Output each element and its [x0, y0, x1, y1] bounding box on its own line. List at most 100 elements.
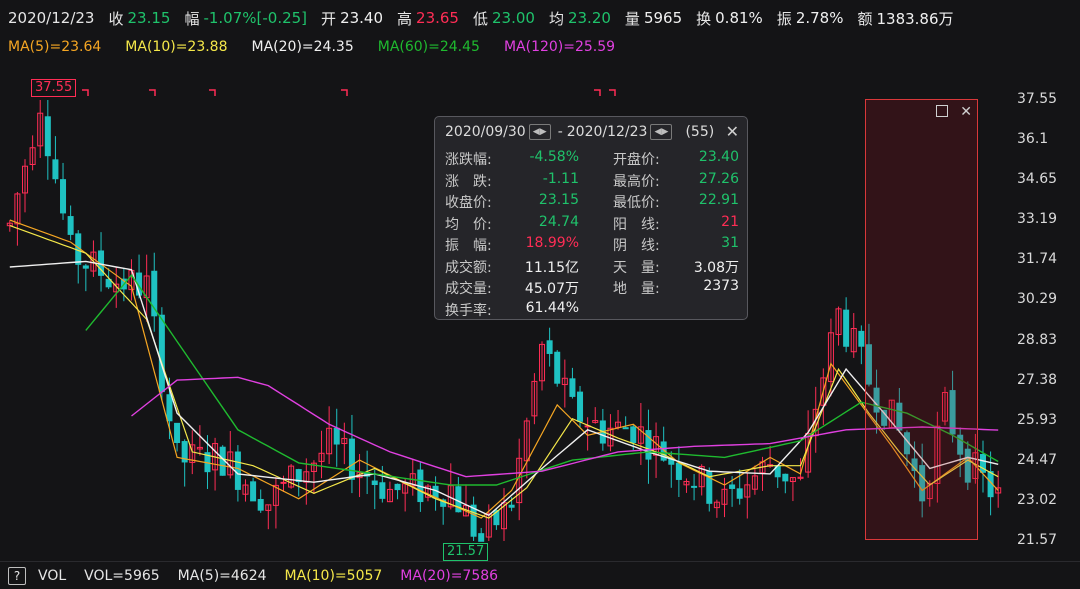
high-marker: 37.55 [31, 79, 77, 97]
stat-value: 61.44% [525, 299, 579, 316]
stat-value: 27.26 [698, 170, 739, 187]
popup-count: (55) [685, 124, 715, 140]
amount-value: 1383.86万 [876, 9, 954, 28]
price-tick: 23.02 [1017, 491, 1058, 508]
candle-down [348, 438, 355, 480]
candle-down [478, 533, 485, 542]
candle-down [554, 351, 561, 384]
stat-label: 阳 线: [613, 216, 660, 233]
vol-ma10-value: MA(10)=5057 [284, 567, 383, 584]
open-label: 开 [321, 9, 337, 28]
popup-row: 收盘价: 23.15 最低价: 22.91 [445, 192, 739, 214]
price-tick: 33.19 [1017, 211, 1058, 228]
change-label: 幅 [184, 9, 200, 28]
stat-label: 阴 线: [613, 238, 660, 254]
stat-label: 最高价: [613, 173, 660, 190]
ma10-value: MA(10)=23.88 [125, 39, 228, 55]
price-tick: 36.1 [1017, 131, 1049, 148]
candle-down [379, 482, 386, 499]
stat-value: -1.11 [542, 170, 579, 187]
stat-value: 3.08万 [693, 259, 739, 276]
price-tick: 37.55 [1017, 91, 1058, 107]
candle-down [250, 481, 257, 502]
stat-value: 23.15 [538, 192, 579, 208]
change-value: -1.07%[-0.25] [203, 9, 308, 27]
low-value: 23.00 [492, 9, 535, 27]
vol-ma20-value: MA(20)=7586 [400, 567, 499, 584]
high-label: 高 [397, 9, 413, 28]
stat-label: 开盘价: [613, 152, 660, 168]
stat-value: 22.91 [698, 192, 739, 208]
stat-value: 23.40 [698, 149, 739, 165]
candle-down [166, 394, 173, 422]
stat-label: 换手率: [445, 302, 492, 319]
vol-value: 5965 [643, 9, 683, 27]
popup-row: 均 价: 24.74 阳 线: 21 [445, 214, 739, 236]
signal-marker [341, 89, 348, 96]
low-marker: 21.57 [443, 543, 489, 561]
amount-label: 额 [857, 9, 873, 28]
start-date-stepper[interactable]: ◀▶ [528, 124, 551, 140]
popup-row: 成交量: 45.07万 地 量: 2373 [445, 278, 739, 300]
price-tick: 34.65 [1017, 171, 1058, 188]
high-value: 23.65 [416, 9, 459, 27]
stat-label: 最低价: [613, 195, 660, 211]
turnover-label: 换 [696, 9, 712, 28]
amp-label: 振 [776, 9, 792, 28]
ma20-value: MA(20)=24.35 [251, 39, 354, 55]
close-label: 收 [108, 9, 124, 28]
ma60-value: MA(60)=24.45 [377, 39, 480, 55]
stat-value: 31 [721, 235, 739, 251]
close-value: 23.15 [127, 9, 171, 27]
price-tick: 25.93 [1017, 411, 1058, 428]
stat-value: -4.58% [529, 149, 579, 165]
end-date-stepper[interactable]: ◀▶ [650, 124, 673, 140]
stat-label: 地 量: [613, 281, 660, 297]
candle-down [371, 480, 378, 486]
candle-down [577, 391, 584, 422]
candle-down [174, 422, 181, 444]
stat-label: 收盘价: [445, 195, 492, 211]
stat-label: 成交额: [445, 259, 492, 276]
volume-legend: ? VOL VOL=5965 MA(5)=4624 MA(10)=5057 MA… [0, 561, 1080, 589]
candle-down [82, 265, 89, 269]
help-icon[interactable]: ? [8, 566, 26, 585]
avg-value: 23.20 [567, 9, 611, 27]
restore-icon[interactable] [936, 105, 949, 117]
vol-label: 量 [624, 9, 640, 28]
selection-close-icon[interactable]: ✕ [960, 104, 972, 120]
stat-label: 振 幅: [445, 238, 492, 254]
candle-down [508, 504, 515, 508]
stat-label: 天 量: [613, 259, 660, 276]
candle-down [630, 426, 637, 444]
stat-value: 24.74 [538, 213, 579, 230]
price-tick: 31.74 [1017, 251, 1058, 268]
candle-down [257, 498, 264, 511]
popup-row: 振 幅: 18.99% 阴 线: 31 [445, 235, 739, 257]
signal-marker [149, 89, 156, 96]
candle-down [234, 451, 241, 490]
stat-value: 21 [721, 213, 739, 230]
popup-close-icon[interactable]: ✕ [726, 122, 739, 141]
signal-marker [594, 89, 601, 96]
candle-down [843, 309, 850, 347]
popup-row: 涨 跌: -1.11 最高价: 27.26 [445, 171, 739, 193]
signal-marker [609, 89, 616, 96]
stat-label: 涨 跌: [445, 173, 492, 190]
popup-row: 涨跌幅: -4.58% 开盘价: 23.40 [445, 149, 739, 171]
candle-up [280, 481, 287, 484]
vol-indicator-value: VOL=5965 [84, 567, 160, 584]
avg-label: 均 [548, 9, 564, 28]
candle-down [158, 314, 165, 393]
selection-controls: ✕ [936, 104, 972, 120]
popup-separator: - [557, 124, 563, 140]
popup-row: 换手率: 61.44% [445, 300, 739, 322]
vol-indicator-label: VOL [38, 567, 67, 584]
low-label: 低 [472, 9, 488, 28]
candle-down [52, 159, 59, 180]
price-tick: 21.57 [1017, 532, 1058, 548]
vol-ma5-value: MA(5)=4624 [177, 567, 267, 584]
ma120-value: MA(120)=25.59 [503, 39, 616, 55]
selection-range[interactable]: ✕ [865, 99, 978, 540]
candle-down [675, 462, 682, 480]
